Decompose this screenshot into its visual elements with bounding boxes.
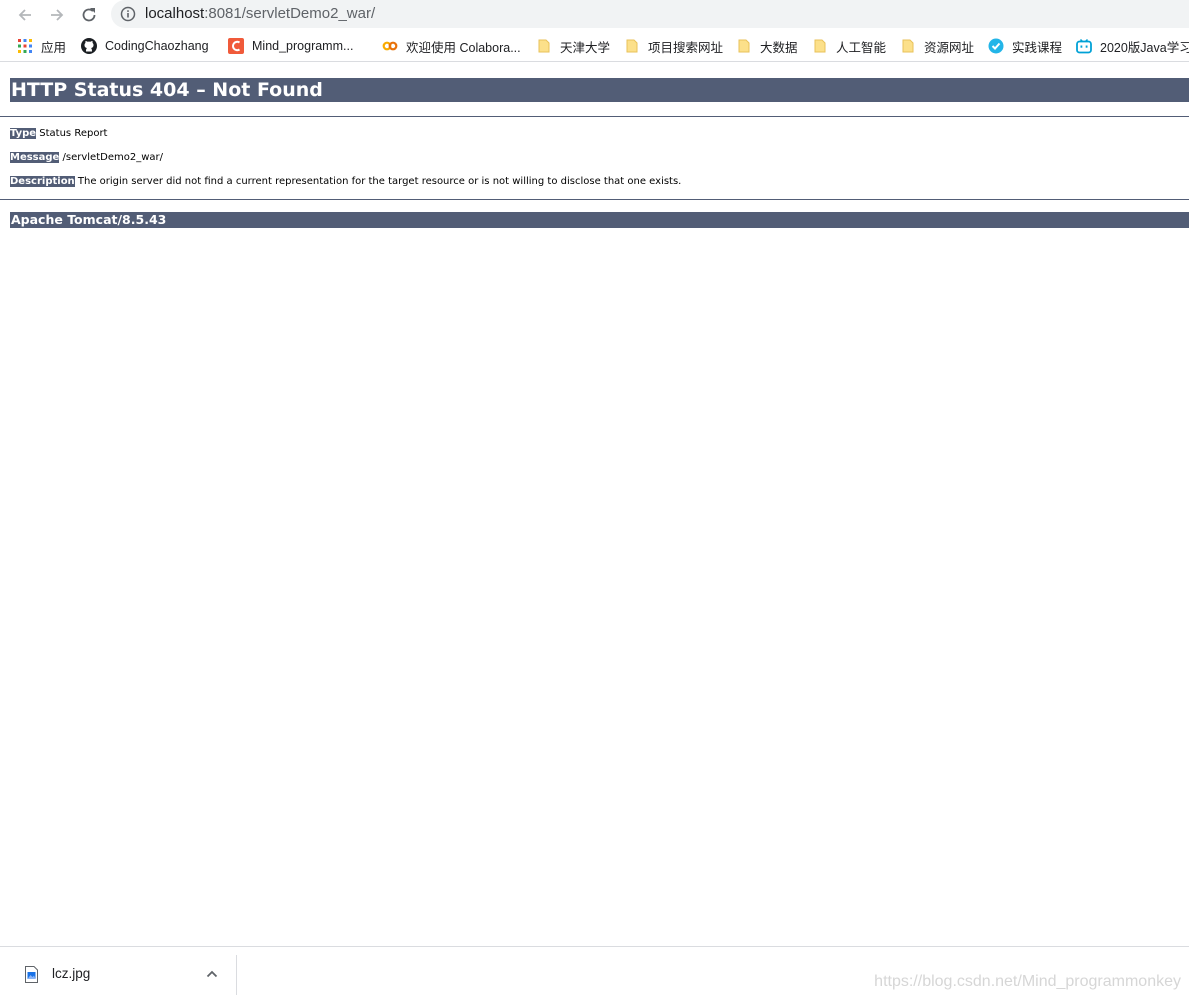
browser-toolbar: localhost:8081/servletDemo2_war/: [0, 0, 1189, 30]
image-file-icon: [25, 966, 38, 983]
folder-icon: [738, 39, 750, 53]
arrow-left-icon: [18, 9, 31, 21]
description-row: Description The origin server did not fi…: [10, 175, 1189, 189]
bookmark-label: 应用: [41, 40, 67, 55]
colab-icon: [382, 41, 398, 51]
watermark: https://blog.csdn.net/Mind_programmonkey: [874, 973, 1181, 990]
download-shelf: lcz.jpg https://blog.csdn.net/Mind_progr…: [0, 946, 1189, 1001]
type-row: Type Status Report: [10, 127, 1189, 141]
address-bar[interactable]: localhost:8081/servletDemo2_war/: [111, 0, 1189, 28]
bookmark-label: 项目搜索网址: [648, 40, 724, 55]
folder-icon: [814, 39, 826, 53]
bookmark-label: 实践课程: [1012, 40, 1063, 55]
type-value: Status Report: [39, 128, 108, 139]
bookmark-label: 天津大学: [560, 40, 611, 55]
message-row: Message /servletDemo2_war/: [10, 151, 1189, 165]
bookmark-label: 人工智能: [836, 40, 887, 55]
csdn-icon: [228, 38, 244, 54]
info-icon[interactable]: [120, 6, 136, 22]
bookmark-project-search[interactable]: 项目搜索网址: [624, 37, 723, 55]
course-icon: [988, 38, 1004, 54]
folder-icon: [902, 39, 914, 53]
bookmark-ai[interactable]: 人工智能: [812, 37, 886, 55]
github-icon: [81, 38, 97, 54]
bookmarks-bar: 应用 CodingChaozhang Mind_programm... 欢迎使用…: [0, 31, 1189, 62]
message-value: /servletDemo2_war/: [62, 152, 163, 163]
url-path: :8081/servletDemo2_war/: [204, 5, 376, 22]
bookmark-apps[interactable]: 应用: [17, 37, 66, 55]
description-value: The origin server did not find a current…: [77, 176, 682, 187]
download-file-name: lcz.jpg: [52, 966, 91, 981]
bookmark-big-data[interactable]: 大数据: [736, 37, 798, 55]
bookmark-label: 2020版Java学习: [1100, 40, 1189, 55]
browser-window: localhost:8081/servletDemo2_war/ 应用 Codi…: [0, 0, 1189, 1001]
bookmark-resource-sites[interactable]: 资源网址: [900, 37, 974, 55]
server-info: Apache Tomcat/8.5.43: [10, 212, 1189, 228]
reload-icon: [82, 8, 96, 22]
bookmark-codingchaozhang[interactable]: CodingChaozhang: [81, 37, 209, 55]
bookmark-label: 资源网址: [924, 40, 975, 55]
bookmark-label: 大数据: [760, 40, 798, 55]
bilibili-icon: [1076, 38, 1092, 54]
type-label: Type: [10, 128, 37, 139]
arrow-right-icon: [51, 9, 64, 21]
bookmark-label: 欢迎使用 Colabora...: [406, 40, 521, 55]
reload-button[interactable]: [78, 4, 100, 26]
folder-icon: [626, 39, 638, 53]
back-button[interactable]: [14, 4, 36, 26]
message-label: Message: [10, 152, 60, 163]
bookmark-mind-programm[interactable]: Mind_programm...: [228, 37, 353, 55]
page-title: HTTP Status 404 – Not Found: [10, 78, 1189, 102]
chevron-up-icon[interactable]: [206, 969, 218, 979]
description-label: Description: [10, 176, 75, 187]
bookmark-tianjin-university[interactable]: 天津大学: [536, 37, 610, 55]
error-page: HTTP Status 404 – Not Found Type Status …: [0, 78, 1189, 228]
url-host: localhost: [145, 5, 205, 22]
url-text: localhost:8081/servletDemo2_war/: [145, 5, 375, 22]
bookmark-label: CodingChaozhang: [105, 39, 209, 53]
bookmark-practice-course[interactable]: 实践课程: [988, 37, 1062, 55]
bookmark-colaboratory[interactable]: 欢迎使用 Colabora...: [382, 37, 521, 55]
shelf-separator: [236, 955, 237, 995]
bookmark-label: Mind_programm...: [252, 39, 354, 53]
bookmark-java-learning[interactable]: 2020版Java学习: [1076, 37, 1189, 55]
download-item[interactable]: lcz.jpg: [8, 953, 236, 997]
folder-icon: [538, 39, 550, 53]
apps-grid-icon: [18, 39, 32, 53]
forward-button[interactable]: [46, 4, 68, 26]
